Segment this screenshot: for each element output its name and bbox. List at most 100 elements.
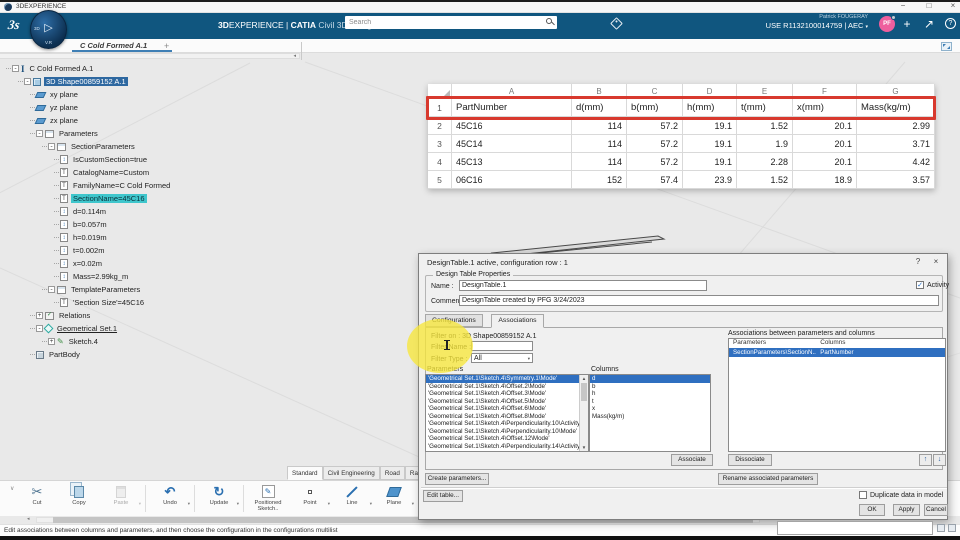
- sheet-cell[interactable]: 2.28: [737, 153, 793, 171]
- filter-name-input[interactable]: [471, 341, 533, 351]
- status-icon-2[interactable]: [948, 524, 956, 532]
- tree-item[interactable]: + ✓ Relations: [2, 309, 312, 322]
- associate-button[interactable]: Associate: [671, 454, 713, 466]
- scroll-up-icon[interactable]: ▲: [580, 376, 588, 381]
- sheet-cell[interactable]: 1.52: [737, 171, 793, 189]
- add-content-icon[interactable]: +: [899, 17, 915, 31]
- document-tab[interactable]: C Cold Formed A.1: [80, 41, 147, 50]
- tree-expander[interactable]: +: [48, 338, 55, 345]
- tree-expander[interactable]: -: [36, 325, 43, 332]
- create-parameters-button[interactable]: Create parameters...: [425, 473, 489, 485]
- column-item[interactable]: d: [590, 375, 710, 383]
- dropdown-chevron-icon[interactable]: ▾: [328, 501, 330, 507]
- parameter-item[interactable]: 'Geometrical Set.1\Sketch.4\Offset.2\Mod…: [426, 383, 588, 391]
- scrollbar-thumb[interactable]: [581, 383, 587, 401]
- new-tab-button[interactable]: +: [164, 41, 169, 51]
- toolbar-tab-road[interactable]: Road: [379, 466, 405, 480]
- sheet-cell[interactable]: 18.9: [793, 171, 857, 189]
- activity-checkbox[interactable]: ✓: [916, 281, 924, 289]
- toolbar-tab-civil-engineering[interactable]: Civil Engineering: [322, 466, 380, 480]
- toolbar-tab-railwa[interactable]: Railwa: [404, 466, 418, 480]
- parameter-item[interactable]: 'Geometrical Set.1\Sketch.4\Perpendicula…: [426, 443, 588, 451]
- parameter-item[interactable]: 'Geometrical Set.1\Sketch.4\Symmetry.1\M…: [426, 375, 588, 383]
- tree-item[interactable]: ↕ x=0.02m: [2, 257, 312, 270]
- sheet-cell[interactable]: 20.1: [793, 153, 857, 171]
- scroll-down-icon[interactable]: ▼: [580, 445, 588, 450]
- column-item[interactable]: b: [590, 383, 710, 391]
- dassault-logo[interactable]: 3s: [7, 17, 21, 33]
- tree-item[interactable]: -I C Cold Formed A.1: [2, 62, 312, 75]
- toolbar-undo[interactable]: ↶ Undo ▾: [149, 483, 191, 507]
- name-field[interactable]: [459, 280, 707, 291]
- help-icon[interactable]: ?: [945, 18, 956, 29]
- tree-expander[interactable]: +: [36, 312, 43, 319]
- toolbar-positioned-sketch-[interactable]: ✎ Positioned Sketch..: [247, 483, 289, 512]
- tree-item[interactable]: T FamilyName=C Cold Formed: [2, 179, 312, 192]
- tree-expander[interactable]: -: [24, 78, 31, 85]
- status-icon-1[interactable]: [937, 524, 945, 532]
- sheet-cell[interactable]: 114: [572, 153, 627, 171]
- dropdown-chevron-icon[interactable]: ▾: [237, 501, 239, 507]
- parameter-item[interactable]: 'Geometrical Set.1\Sketch.4\Offset.6\Mod…: [426, 405, 588, 413]
- tree-item[interactable]: zx plane: [2, 114, 312, 127]
- sheet-cell[interactable]: 3.71: [857, 135, 935, 153]
- scroll-left-icon[interactable]: ◂: [27, 516, 30, 522]
- sheet-row-number[interactable]: 5: [428, 171, 452, 189]
- sheet-cell[interactable]: 57.2: [627, 153, 683, 171]
- tree-item[interactable]: - SectionParameters: [2, 140, 312, 153]
- parameter-item[interactable]: 'Geometrical Set.1\Sketch.4\Perpendicula…: [426, 428, 588, 436]
- move-up-button[interactable]: ↑: [919, 454, 932, 466]
- tree-item[interactable]: - 3D Shape00859152 A.1: [2, 75, 312, 88]
- dialog-help-icon[interactable]: ?: [913, 257, 923, 266]
- dissociate-button[interactable]: Dissociate: [728, 454, 772, 466]
- column-item[interactable]: t: [590, 398, 710, 406]
- toolbar-paste[interactable]: Paste ▾: [100, 483, 142, 506]
- toolbar-cut[interactable]: ✂ Cut: [16, 483, 58, 507]
- toolbar-point[interactable]: Point ▾: [289, 483, 331, 506]
- dialog-close-icon[interactable]: ×: [931, 257, 941, 266]
- sheet-row-number[interactable]: 3: [428, 135, 452, 153]
- dropdown-chevron-icon[interactable]: ▾: [370, 501, 372, 507]
- column-item[interactable]: h: [590, 390, 710, 398]
- toolbar-line[interactable]: Line ▾: [331, 483, 373, 506]
- tree-expander[interactable]: -: [48, 143, 55, 150]
- toolbar-copy[interactable]: Copy: [58, 483, 100, 506]
- close-button[interactable]: ×: [946, 1, 960, 10]
- parameter-item[interactable]: 'Geometrical Set.1\Sketch.4\Offset.5\Mod…: [426, 398, 588, 406]
- tab-associations[interactable]: Associations: [491, 314, 544, 328]
- environment-selector[interactable]: USE R1132100014759 | AEC ▾: [766, 21, 868, 30]
- sheet-cell[interactable]: 45C13: [452, 153, 572, 171]
- dropdown-chevron-icon[interactable]: ▾: [139, 501, 141, 507]
- ok-button[interactable]: OK: [859, 504, 885, 516]
- sheet-cell[interactable]: 4.42: [857, 153, 935, 171]
- toolbar-update[interactable]: ↻ Update ▾: [198, 483, 240, 507]
- share-icon[interactable]: ↗: [921, 17, 937, 31]
- tree-item[interactable]: - TemplateParameters: [2, 283, 312, 296]
- sheet-cell[interactable]: 1.9: [737, 135, 793, 153]
- tree-expander[interactable]: -: [48, 286, 55, 293]
- sheet-cell[interactable]: 45C14: [452, 135, 572, 153]
- tree-item[interactable]: T 'Section Size'=45C16: [2, 296, 312, 309]
- tree-item[interactable]: - Parameters: [2, 127, 312, 140]
- dropdown-chevron-icon[interactable]: ▾: [412, 501, 414, 507]
- parameters-scrollbar[interactable]: ▲ ▼: [579, 375, 588, 451]
- tree-item[interactable]: T SectionName=45C16: [2, 192, 312, 205]
- tree-item[interactable]: - Geometrical Set.1: [2, 322, 312, 335]
- sheet-row-number[interactable]: 4: [428, 153, 452, 171]
- association-row[interactable]: SectionParameters\SectionN... PartNumber: [729, 348, 945, 357]
- command-input[interactable]: [777, 521, 933, 535]
- comment-field[interactable]: [459, 295, 939, 306]
- collapse-toolbar-icon[interactable]: ∨: [10, 485, 14, 492]
- compass-icon[interactable]: ▷ 3D V.R: [30, 10, 67, 49]
- tree-item[interactable]: T CatalogName=Custom: [2, 166, 312, 179]
- apply-button[interactable]: Apply: [893, 504, 920, 516]
- tree-item[interactable]: ↕ Mass=2.99kg_m: [2, 270, 312, 283]
- search-input[interactable]: [345, 16, 557, 29]
- tree-item[interactable]: ↕ IsCustomSection=true: [2, 153, 312, 166]
- search-icon[interactable]: [546, 18, 556, 28]
- dropdown-chevron-icon[interactable]: ▾: [188, 501, 190, 507]
- move-down-button[interactable]: ↓: [933, 454, 946, 466]
- tree-item[interactable]: ↕ b=0.057m: [2, 218, 312, 231]
- tree-expander[interactable]: -: [12, 65, 19, 72]
- edit-table-button[interactable]: Edit table...: [423, 490, 463, 502]
